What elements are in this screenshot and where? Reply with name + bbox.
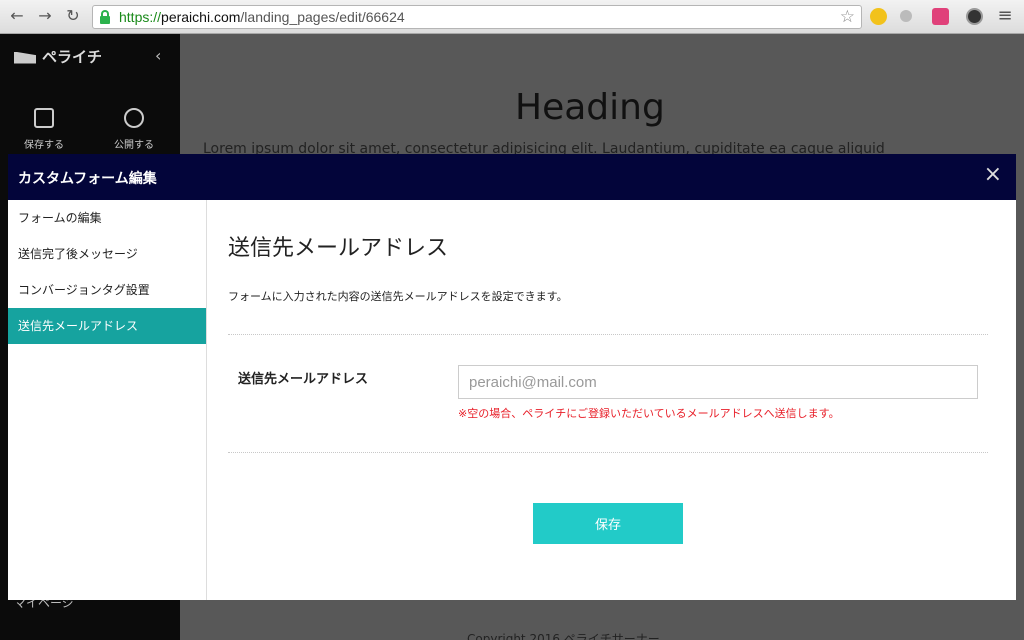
forward-icon[interactable]: → bbox=[36, 7, 54, 25]
recipient-email-label: 送信先メールアドレス bbox=[238, 372, 369, 387]
page-heading: Heading bbox=[515, 87, 665, 128]
save-button[interactable]: 保存 bbox=[533, 503, 683, 544]
address-bar[interactable]: https://peraichi.com/landing_pages/edit/… bbox=[92, 5, 862, 29]
floppy-disk-icon bbox=[34, 108, 54, 128]
url-text: https://peraichi.com/landing_pages/edit/… bbox=[119, 9, 405, 25]
extension-icon[interactable] bbox=[900, 10, 912, 22]
menu-item-conversion-tag[interactable]: コンバージョンタグ設置 bbox=[8, 272, 206, 308]
recipient-email-input[interactable] bbox=[458, 365, 978, 399]
collapse-sidebar-icon[interactable]: ‹ bbox=[155, 46, 161, 65]
menu-item-form-edit[interactable]: フォームの編集 bbox=[8, 200, 206, 236]
reload-icon[interactable]: ↻ bbox=[64, 7, 82, 25]
logo-icon bbox=[14, 51, 36, 64]
menu-icon[interactable]: ≡ bbox=[996, 7, 1014, 25]
menu-item-complete-message[interactable]: 送信完了後メッセージ bbox=[8, 236, 206, 272]
recipient-email-note: ※空の場合、ペライチにご登録いただいているメールアドレスへ送信します。 bbox=[458, 407, 840, 420]
divider bbox=[228, 334, 988, 335]
close-icon[interactable]: × bbox=[984, 163, 1002, 187]
publish-tool-button[interactable]: 公開する bbox=[104, 108, 164, 151]
custom-form-modal: カスタムフォーム編集 × フォームの編集 送信完了後メッセージ コンバージョンタ… bbox=[8, 154, 1016, 600]
divider bbox=[228, 452, 988, 453]
lock-icon bbox=[100, 10, 110, 24]
section-title: 送信先メールアドレス bbox=[228, 236, 449, 261]
extension-icon[interactable] bbox=[870, 8, 887, 25]
page-copyright: Copyright 2016 ペライチサーナー bbox=[467, 632, 660, 640]
globe-icon bbox=[124, 108, 144, 128]
app-logo: ペライチ bbox=[14, 46, 102, 67]
extension-icon[interactable] bbox=[932, 8, 949, 25]
menu-item-recipient-email[interactable]: 送信先メールアドレス bbox=[8, 308, 206, 344]
back-icon[interactable]: ← bbox=[8, 7, 26, 25]
bookmark-star-icon[interactable]: ☆ bbox=[840, 7, 855, 27]
save-tool-button[interactable]: 保存する bbox=[14, 108, 74, 151]
extension-icon[interactable] bbox=[966, 8, 983, 25]
modal-header: カスタムフォーム編集 × bbox=[8, 154, 1016, 200]
section-description: フォームに入力された内容の送信先メールアドレスを設定できます。 bbox=[228, 290, 568, 303]
modal-title: カスタムフォーム編集 bbox=[18, 171, 157, 187]
modal-side-menu: フォームの編集 送信完了後メッセージ コンバージョンタグ設置 送信先メールアドレ… bbox=[8, 200, 207, 600]
browser-toolbar: ← → ↻ https://peraichi.com/landing_pages… bbox=[0, 0, 1024, 34]
